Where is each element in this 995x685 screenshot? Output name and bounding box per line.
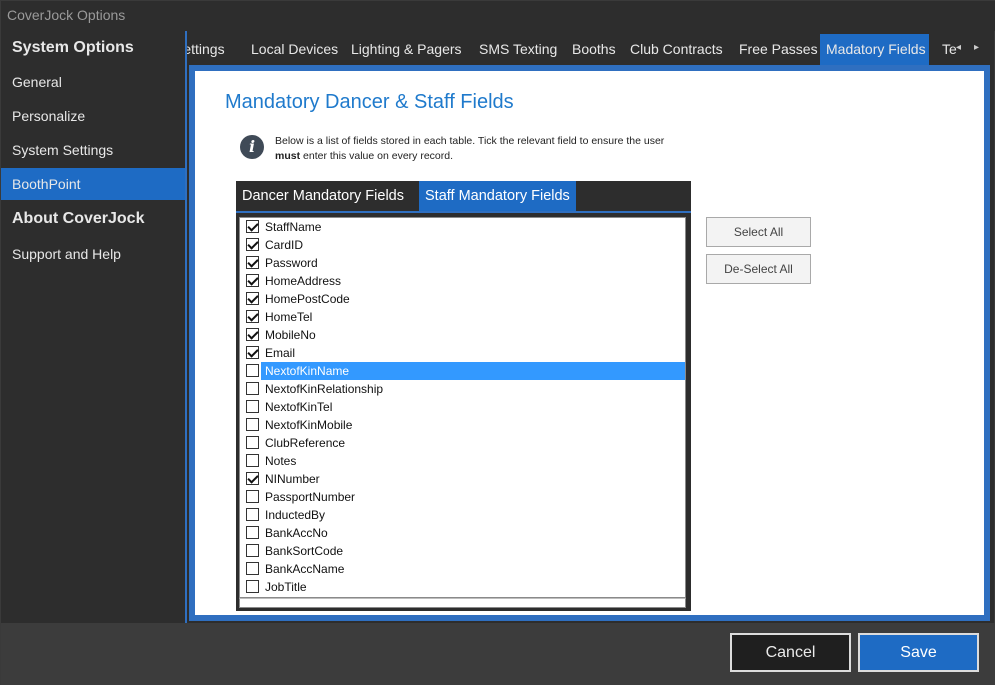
field-checkbox[interactable] xyxy=(246,526,259,539)
window-title: CoverJock Options xyxy=(7,7,126,23)
list-item[interactable]: NextofKinMobile xyxy=(242,416,685,434)
field-label: HomePostCode xyxy=(265,292,350,306)
tab-booths[interactable]: Booths xyxy=(566,34,622,65)
tab-staff-mandatory-fields[interactable]: Staff Mandatory Fields xyxy=(419,181,576,211)
info-description: Below is a list of fields stored in each… xyxy=(275,135,665,162)
list-item[interactable]: Email xyxy=(242,344,685,362)
page-title: Mandatory Dancer & Staff Fields xyxy=(225,91,514,113)
field-label: Password xyxy=(265,256,318,270)
field-checkbox[interactable] xyxy=(246,508,259,521)
field-label: HomeTel xyxy=(265,310,313,324)
sidebar-header-about-coverjock[interactable]: About CoverJock xyxy=(1,203,185,235)
field-label: BankAccName xyxy=(265,562,345,576)
field-label: Email xyxy=(265,346,296,360)
field-checkbox[interactable] xyxy=(246,364,259,377)
field-checkbox[interactable] xyxy=(246,346,259,359)
list-item[interactable]: BankSortCode xyxy=(242,542,685,560)
deselect-all-button[interactable]: De-Select All xyxy=(706,254,811,284)
mandatory-fields-subtabs: Dancer Mandatory Fields Staff Mandatory … xyxy=(236,181,691,211)
list-item[interactable]: Password xyxy=(242,254,685,272)
sidebar: System Options General Personalize Syste… xyxy=(1,31,185,623)
field-label: ClubReference xyxy=(265,436,346,450)
field-checkbox[interactable] xyxy=(246,580,259,593)
tab-club-contracts[interactable]: Club Contracts xyxy=(624,34,729,65)
sidebar-header-system-options[interactable]: System Options xyxy=(1,32,185,64)
field-label: NextofKinRelationship xyxy=(265,382,384,396)
list-item[interactable]: HomePostCode xyxy=(242,290,685,308)
field-label: NextofKinTel xyxy=(265,400,333,414)
staff-fields-checklist[interactable]: StaffName CardID Password HomeAddress HomePo… xyxy=(239,217,686,598)
sidebar-item-support-and-help[interactable]: Support and Help xyxy=(1,238,185,270)
sidebar-item-system-settings[interactable]: System Settings xyxy=(1,134,185,166)
field-checkbox[interactable] xyxy=(246,436,259,449)
field-checkbox[interactable] xyxy=(246,310,259,323)
tab-sms-texting[interactable]: SMS Texting xyxy=(473,34,563,65)
list-item[interactable]: BankAccName xyxy=(242,560,685,578)
sidebar-item-boothpoint[interactable]: BoothPoint xyxy=(1,168,185,200)
field-checkbox[interactable] xyxy=(246,472,259,485)
list-item[interactable]: Notes xyxy=(242,452,685,470)
field-label: JobTitle xyxy=(265,580,307,594)
field-label: CardID xyxy=(265,238,304,252)
fields-list-accent xyxy=(236,211,691,213)
field-label: NINumber xyxy=(265,472,320,486)
title-bar: CoverJock Options xyxy=(1,1,995,31)
field-checkbox[interactable] xyxy=(246,400,259,413)
tab-madatory-fields[interactable]: Madatory Fields xyxy=(820,34,929,65)
field-checkbox[interactable] xyxy=(246,238,259,251)
list-item[interactable]: MobileNo xyxy=(242,326,685,344)
field-checkbox[interactable] xyxy=(246,256,259,269)
sidebar-item-general[interactable]: General xyxy=(1,66,185,98)
tab-lighting-pagers[interactable]: Lighting & Pagers xyxy=(345,34,468,65)
list-item[interactable]: HomeAddress xyxy=(242,272,685,290)
field-checkbox[interactable] xyxy=(246,274,259,287)
list-item[interactable]: NextofKinName xyxy=(242,362,685,380)
list-item[interactable]: NINumber xyxy=(242,470,685,488)
field-label: HomeAddress xyxy=(265,274,342,288)
tab-scroll-left-icon[interactable]: ◂ xyxy=(956,42,961,53)
field-label: BankAccNo xyxy=(265,526,328,540)
field-checkbox[interactable] xyxy=(246,544,259,557)
tab-dancer-mandatory-fields[interactable]: Dancer Mandatory Fields xyxy=(236,181,410,211)
field-checkbox[interactable] xyxy=(246,562,259,575)
field-checkbox[interactable] xyxy=(246,292,259,305)
field-label: PassportNumber xyxy=(265,490,356,504)
tab-scroll-right-icon[interactable]: ▸ xyxy=(974,42,979,53)
list-item[interactable]: BankAccNo xyxy=(242,524,685,542)
cancel-button[interactable]: Cancel xyxy=(730,633,851,672)
tab-local-devices[interactable]: Local Devices xyxy=(245,34,344,65)
field-label: Notes xyxy=(265,454,297,468)
select-all-button[interactable]: Select All xyxy=(706,217,811,247)
field-label: MobileNo xyxy=(265,328,316,342)
sidebar-item-personalize[interactable]: Personalize xyxy=(1,100,185,132)
field-label: NextofKinMobile xyxy=(265,418,353,432)
field-checkbox[interactable] xyxy=(246,220,259,233)
field-checkbox[interactable] xyxy=(246,328,259,341)
tab-free-passes[interactable]: Free Passes xyxy=(733,34,824,65)
list-item[interactable]: InductedBy xyxy=(242,506,685,524)
list-item[interactable]: ClubReference xyxy=(242,434,685,452)
field-label: InductedBy xyxy=(265,508,326,522)
field-label: StaffName xyxy=(265,220,322,234)
list-item[interactable]: HomeTel xyxy=(242,308,685,326)
options-tab-bar: Settings Local Devices Lighting & Pagers… xyxy=(187,34,992,65)
content-divider xyxy=(185,31,187,623)
tab-settings[interactable]: Settings xyxy=(187,34,231,65)
list-item[interactable]: CardID xyxy=(242,236,685,254)
field-checkbox[interactable] xyxy=(246,382,259,395)
list-item[interactable]: NextofKinRelationship xyxy=(242,380,685,398)
options-window: CoverJock Options System Options General… xyxy=(0,0,995,685)
save-button[interactable]: Save xyxy=(858,633,979,672)
field-checkbox[interactable] xyxy=(246,454,259,467)
list-item[interactable]: PassportNumber xyxy=(242,488,685,506)
field-label: BankSortCode xyxy=(265,544,344,558)
field-checkbox[interactable] xyxy=(246,490,259,503)
list-item[interactable]: NextofKinTel xyxy=(242,398,685,416)
horizontal-scrollbar[interactable] xyxy=(239,598,686,608)
list-item[interactable]: JobTitle xyxy=(242,578,685,596)
field-checkbox[interactable] xyxy=(246,418,259,431)
field-label: NextofKinName xyxy=(265,364,350,378)
list-item[interactable]: StaffName xyxy=(242,218,685,236)
info-icon: i xyxy=(240,135,264,159)
